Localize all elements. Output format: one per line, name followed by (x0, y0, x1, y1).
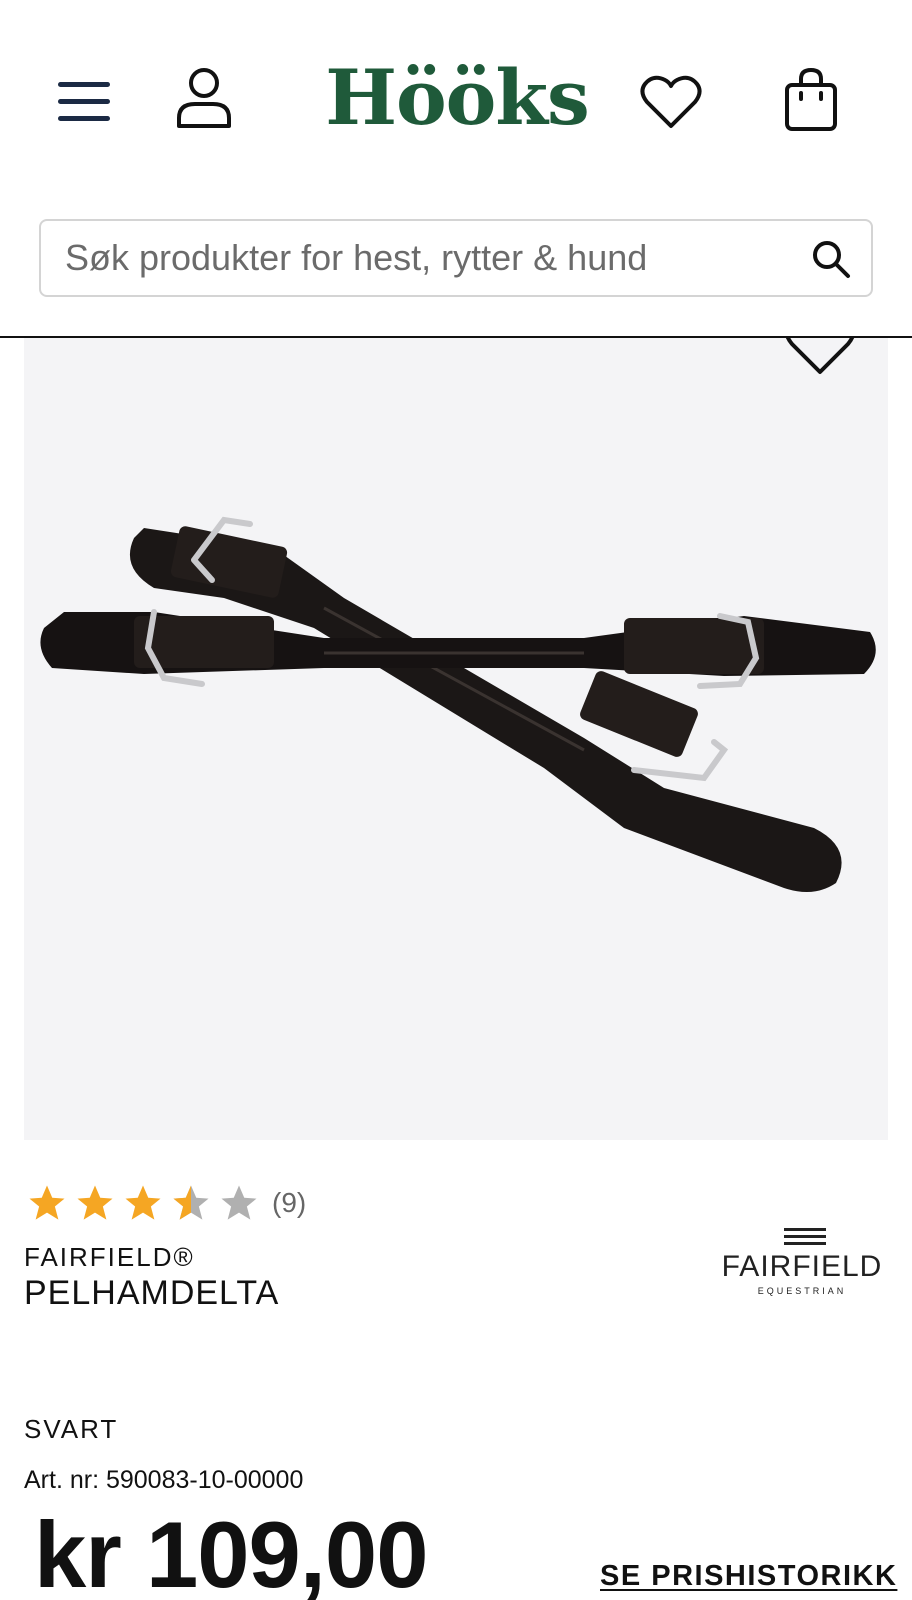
account-button[interactable] (172, 64, 236, 132)
star-full-icon (125, 1185, 161, 1220)
menu-button[interactable] (52, 72, 116, 132)
product-brand[interactable]: FAIRFIELD® (24, 1242, 195, 1273)
brand-logo-mark (784, 1228, 826, 1249)
search-icon[interactable] (811, 239, 851, 279)
shopping-bag-icon (785, 67, 837, 131)
heart-icon (640, 75, 702, 128)
add-to-wishlist-icon[interactable] (782, 338, 858, 378)
rating-count: (9) (272, 1187, 307, 1218)
site-header: Hööks (0, 0, 912, 338)
star-half-icon (173, 1185, 209, 1220)
brand-logo-subtext: EQUESTRIAN (757, 1286, 847, 1296)
star-full-icon (77, 1185, 113, 1220)
product-price: kr 109,00 (34, 1502, 428, 1600)
article-number: Art. nr: 590083-10-00000 (24, 1466, 304, 1494)
search-input[interactable] (65, 233, 785, 283)
site-logo[interactable]: Hööks (325, 52, 590, 142)
cart-button[interactable] (780, 64, 842, 136)
brand-logo[interactable]: FAIRFIELD EQUESTRIAN (716, 1228, 888, 1302)
brand-logo-wordmark: FAIRFIELD (721, 1250, 883, 1283)
star-empty-icon (221, 1185, 257, 1220)
account-icon (177, 68, 231, 128)
wishlist-button[interactable] (636, 70, 706, 134)
search-bar (39, 219, 873, 297)
product-image-gallery[interactable] (24, 338, 888, 1140)
product-image (40, 516, 876, 892)
star-full-icon (29, 1185, 65, 1220)
menu-icon (58, 82, 110, 121)
logo-text: Hööks (325, 52, 590, 142)
price-history-link[interactable]: SE PRISHISTORIKK (600, 1560, 897, 1593)
product-rating[interactable]: (9) (26, 1180, 306, 1226)
product-color: SVART (24, 1414, 119, 1444)
product-title: PELHAMDELTA (24, 1274, 280, 1312)
